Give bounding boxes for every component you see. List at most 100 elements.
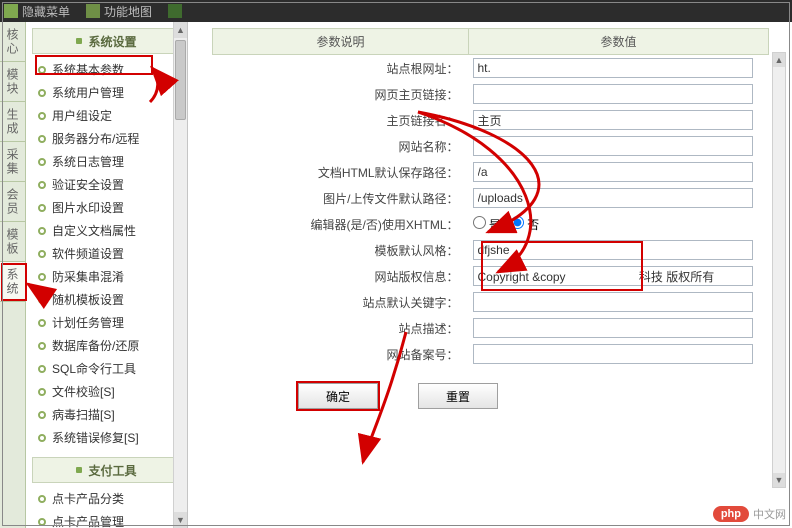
xhtml-yes-radio[interactable] (473, 216, 486, 229)
func-map-button[interactable]: 功能地图 (104, 3, 152, 20)
reset-button[interactable]: 重置 (418, 383, 498, 409)
sidebar-item-label: 病毒扫描[S] (52, 406, 115, 423)
param-label: 站点描述： (213, 315, 469, 341)
rail-gather[interactable]: 采集 (0, 142, 25, 182)
sidebar-header-label: 支付工具 (88, 462, 136, 479)
param-label: 图片/上传文件默认路径： (213, 185, 469, 211)
php-logo-icon: php (713, 506, 749, 522)
param-input[interactable] (473, 188, 753, 208)
param-label: 主页链接名： (213, 107, 469, 133)
sidebar-item[interactable]: 点卡产品分类 (32, 487, 181, 510)
sidebar-item-label: 系统基本参数 (52, 61, 124, 78)
sidebar-item[interactable]: 文件校验[S] (32, 380, 181, 403)
bullet-icon (38, 296, 46, 304)
bullet-icon (38, 434, 46, 442)
scroll-down-icon[interactable]: ▼ (773, 473, 785, 487)
scroll-up-icon[interactable]: ▲ (174, 22, 187, 38)
hide-menu-icon (4, 4, 18, 18)
sidebar-item-label: SQL命令行工具 (52, 360, 136, 377)
bullet-icon (38, 204, 46, 212)
rail-system[interactable]: 系统 (0, 262, 25, 302)
sidebar-scrollbar[interactable]: ▲ ▼ (173, 22, 187, 528)
sidebar: 系统设置 系统基本参数系统用户管理用户组设定服务器分布/远程系统日志管理验证安全… (26, 22, 188, 528)
rail-member[interactable]: 会员 (0, 182, 25, 222)
param-input[interactable] (473, 84, 753, 104)
param-input[interactable] (473, 240, 753, 260)
bullet-icon (38, 112, 46, 120)
bullet-icon (38, 250, 46, 258)
param-value-cell (469, 237, 769, 263)
table-row: 站点描述： (213, 315, 769, 341)
logo-text: 中文网 (753, 506, 786, 522)
sidebar-item[interactable]: 软件频道设置 (32, 242, 181, 265)
param-input[interactable] (473, 110, 753, 130)
params-table: 参数说明 参数值 站点根网址：网页主页链接：主页链接名：网站名称：文档HTML默… (212, 28, 769, 367)
sidebar-item[interactable]: 系统日志管理 (32, 150, 181, 173)
param-label: 网站名称： (213, 133, 469, 159)
rail-build[interactable]: 生成 (0, 102, 25, 142)
sidebar-item[interactable]: 随机模板设置 (32, 288, 181, 311)
sidebar-item[interactable]: 图片水印设置 (32, 196, 181, 219)
param-value-cell (469, 263, 769, 289)
param-input[interactable] (473, 266, 753, 286)
sidebar-item[interactable]: 病毒扫描[S] (32, 403, 181, 426)
param-input[interactable] (473, 58, 753, 78)
sidebar-item[interactable]: 系统错误修复[S] (32, 426, 181, 449)
param-label: 模板默认风格： (213, 237, 469, 263)
sidebar-item[interactable]: 用户组设定 (32, 104, 181, 127)
sidebar-item[interactable]: 计划任务管理 (32, 311, 181, 334)
bullet-icon (38, 135, 46, 143)
content-scrollbar[interactable]: ▲ ▼ (772, 52, 786, 488)
bullet-icon (38, 319, 46, 327)
param-value-cell (469, 81, 769, 107)
sidebar-item[interactable]: 系统基本参数 (32, 58, 181, 81)
bullet-icon (38, 273, 46, 281)
bullet-icon (38, 89, 46, 97)
sidebar-item-label: 验证安全设置 (52, 176, 124, 193)
dot-icon (76, 38, 82, 44)
scroll-up-icon[interactable]: ▲ (773, 53, 785, 67)
sidebar-item-label: 计划任务管理 (52, 314, 124, 331)
param-input[interactable] (473, 292, 753, 312)
table-row: 网站备案号： (213, 341, 769, 367)
bullet-icon (38, 158, 46, 166)
param-input[interactable] (473, 344, 753, 364)
table-row: 主页链接名： (213, 107, 769, 133)
sidebar-item-label: 系统日志管理 (52, 153, 124, 170)
sidebar-item[interactable]: SQL命令行工具 (32, 357, 181, 380)
sidebar-item-label: 防采集串混淆 (52, 268, 124, 285)
param-value-cell (469, 185, 769, 211)
xhtml-no-radio[interactable] (511, 216, 524, 229)
scroll-thumb[interactable] (175, 40, 186, 120)
scroll-down-icon[interactable]: ▼ (174, 512, 187, 528)
sidebar-item[interactable]: 数据库备份/还原 (32, 334, 181, 357)
bullet-icon (38, 518, 46, 526)
rail-module[interactable]: 模块 (0, 62, 25, 102)
param-input[interactable] (473, 318, 753, 338)
sidebar-item[interactable]: 验证安全设置 (32, 173, 181, 196)
ok-button[interactable]: 确定 (298, 383, 378, 409)
sidebar-header-system[interactable]: 系统设置 (32, 28, 181, 54)
rail-core[interactable]: 核心 (0, 22, 25, 62)
bullet-icon (38, 411, 46, 419)
sidebar-item[interactable]: 自定义文档属性 (32, 219, 181, 242)
sidebar-item[interactable]: 服务器分布/远程 (32, 127, 181, 150)
hide-menu-button[interactable]: 隐藏菜单 (22, 3, 70, 20)
sidebar-item[interactable]: 系统用户管理 (32, 81, 181, 104)
param-value-cell (469, 133, 769, 159)
bullet-icon (38, 365, 46, 373)
rail-tpl[interactable]: 模板 (0, 222, 25, 262)
bullet-icon (38, 342, 46, 350)
param-label: 文档HTML默认保存路径： (213, 159, 469, 185)
left-rail: 核心 模块 生成 采集 会员 模板 系统 (0, 22, 26, 528)
sidebar-item[interactable]: 防采集串混淆 (32, 265, 181, 288)
param-input[interactable] (473, 162, 753, 182)
content-pane: 参数说明 参数值 站点根网址：网页主页链接：主页链接名：网站名称：文档HTML默… (188, 22, 792, 528)
param-input[interactable] (473, 136, 753, 156)
sidebar-item-label: 自定义文档属性 (52, 222, 136, 239)
bullet-icon (38, 181, 46, 189)
sidebar-header-pay[interactable]: 支付工具 (32, 457, 181, 483)
param-label: 网站版权信息： (213, 263, 469, 289)
sidebar-item[interactable]: 点卡产品管理 (32, 510, 181, 528)
param-value-cell (469, 289, 769, 315)
